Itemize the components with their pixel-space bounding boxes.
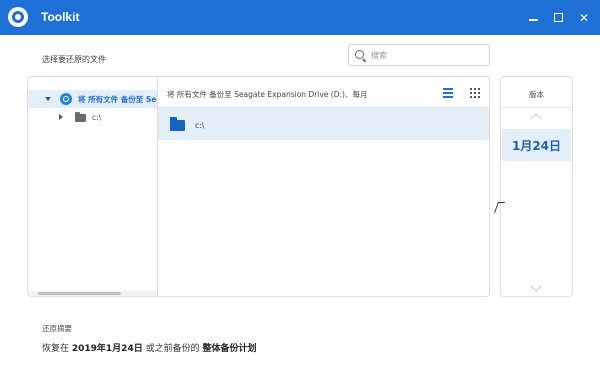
version-panel: 版本 1月24日: [500, 76, 573, 297]
tree-item-label: 将 所有文件 备份至 Seagate Expansion Drive (D:): [78, 95, 157, 104]
title-bar: Toolkit ✕: [0, 0, 600, 35]
version-title: 版本: [529, 90, 544, 99]
chevron-down-icon[interactable]: [530, 280, 542, 292]
list-item-label: c:\: [195, 121, 205, 130]
folder-icon: [75, 112, 86, 122]
list-item[interactable]: c:\: [158, 108, 489, 140]
summary-plan: 整体备份计划: [202, 344, 257, 354]
backup-plan-icon: [60, 93, 72, 105]
search-icon: [355, 50, 364, 59]
backup-description: 将 所有文件 备份至 Seagate Expansion Drive (D:)、…: [167, 90, 368, 99]
window-title: Toolkit: [41, 10, 80, 24]
list-view-icon[interactable]: [443, 88, 453, 98]
collapse-caret-icon[interactable]: [59, 114, 63, 120]
file-list-panel: 将 所有文件 备份至 Seagate Expansion Drive (D:)、…: [157, 76, 490, 297]
minimize-icon: [529, 19, 538, 21]
tree-item-c-drive[interactable]: c:\: [28, 109, 157, 127]
folder-tree-panel: 将 所有文件 备份至 Seagate Expansion Drive (D:) …: [27, 76, 157, 297]
restore-summary-label: 还原摘要: [42, 324, 72, 333]
folder-icon: [170, 117, 185, 131]
chevron-up-icon[interactable]: [530, 113, 542, 125]
summary-prefix: 恢复在: [42, 344, 72, 354]
summary-date: 2019年1月24日: [71, 344, 143, 354]
toolkit-logo-icon: [8, 7, 28, 27]
tree-item-backup-root[interactable]: 将 所有文件 备份至 Seagate Expansion Drive (D:): [28, 90, 157, 108]
version-date: 1月24日: [511, 139, 562, 153]
close-button[interactable]: ✕: [574, 8, 594, 28]
divider: [501, 107, 572, 108]
expand-caret-icon[interactable]: [45, 97, 51, 101]
search-input[interactable]: [371, 48, 481, 62]
tree-item-label: c:\: [92, 113, 102, 122]
minimize-button[interactable]: [524, 8, 544, 28]
summary-middle: 或之前备份的: [142, 344, 203, 354]
restore-summary-text: 恢复在 2019年1月24日 或之前备份的 整体备份计划: [42, 341, 256, 354]
search-box[interactable]: [348, 44, 490, 66]
maximize-button[interactable]: [549, 8, 569, 28]
file-list-header: 将 所有文件 备份至 Seagate Expansion Drive (D:)、…: [158, 77, 489, 108]
select-files-label: 选择要还原的文件: [42, 55, 106, 64]
maximize-icon: [554, 13, 563, 22]
scrollbar-thumb[interactable]: [38, 292, 121, 295]
version-item-selected[interactable]: 1月24日: [502, 129, 571, 161]
grid-view-icon[interactable]: [470, 88, 480, 98]
